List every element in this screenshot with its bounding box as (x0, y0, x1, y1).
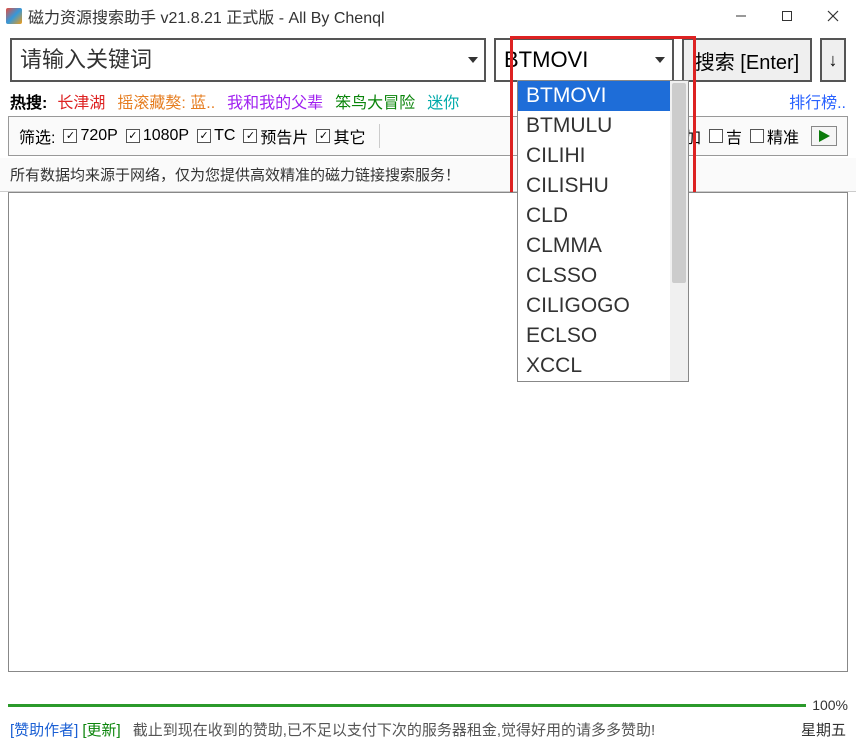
chevron-down-icon (652, 52, 668, 68)
dropdown-item[interactable]: CLSSO (518, 261, 688, 291)
dropdown-item[interactable]: CLD (518, 201, 688, 231)
info-text: 所有数据均来源于网络，仅为您提供高效精准的磁力链接搜索服务！ (0, 158, 856, 192)
source-select[interactable]: BTMOVI (494, 38, 674, 82)
checkbox-其它[interactable]: ✓其它 (316, 124, 365, 148)
dropdown-item[interactable]: CILIGOGO (518, 291, 688, 321)
play-button[interactable] (811, 126, 837, 146)
update-link[interactable]: [更新] (82, 719, 120, 740)
checkbox-720P[interactable]: ✓720P (63, 127, 117, 145)
checkbox-icon: ✓ (243, 129, 257, 143)
checkbox-icon: ✓ (197, 129, 211, 143)
close-button[interactable] (810, 0, 856, 32)
progress-bar (8, 704, 806, 707)
separator (379, 124, 380, 148)
checkbox-预告片[interactable]: ✓预告片 (243, 124, 308, 148)
window-title: 磁力资源搜索助手 v21.8.21 正式版 - All By Chenql (28, 4, 385, 28)
progress-percent: 100% (812, 697, 848, 713)
checkbox-label: 精准 (767, 124, 799, 148)
search-input[interactable] (10, 38, 486, 82)
checkbox-label: 其它 (333, 124, 365, 148)
checkbox-icon (750, 129, 764, 143)
scrollbar-thumb[interactable] (672, 83, 686, 283)
hot-item[interactable]: 摇滚藏獒: 蓝.. (117, 89, 215, 113)
maximize-button[interactable] (764, 0, 810, 32)
checkbox-icon: ✓ (316, 129, 330, 143)
dropdown-item[interactable]: ECLSO (518, 321, 688, 351)
search-button[interactable]: 搜索 [Enter] (682, 38, 812, 82)
dropdown-scrollbar[interactable] (670, 81, 688, 381)
checkbox-icon: ✓ (63, 129, 77, 143)
app-icon (6, 8, 22, 24)
hot-label: 热搜: (10, 89, 47, 113)
results-area (8, 192, 848, 672)
checkbox-icon: ✓ (126, 129, 140, 143)
checkbox-1080P[interactable]: ✓1080P (126, 127, 189, 145)
checkbox-吉[interactable]: 吉 (709, 124, 742, 148)
hot-item[interactable]: 笨鸟大冒险 (335, 89, 415, 113)
filter-label: 筛选: (19, 124, 55, 148)
sort-button[interactable]: ↓ (820, 38, 846, 82)
checkbox-icon (709, 129, 723, 143)
dropdown-item[interactable]: CILISHU (518, 171, 688, 201)
dropdown-item[interactable]: CLMMA (518, 231, 688, 261)
checkbox-label: 吉 (726, 124, 742, 148)
hot-item[interactable]: 长津湖 (57, 89, 105, 113)
checkbox-TC[interactable]: ✓TC (197, 127, 235, 145)
hot-item[interactable]: 我和我的父辈 (227, 89, 323, 113)
rank-link[interactable]: 排行榜.. (789, 89, 846, 113)
checkbox-精准[interactable]: 精准 (750, 124, 799, 148)
dropdown-item[interactable]: XCCL (518, 351, 688, 381)
checkbox-label: 720P (80, 127, 117, 145)
checkbox-label: TC (214, 127, 235, 145)
checkbox-label: 预告片 (260, 124, 308, 148)
sponsor-link[interactable]: [赞助作者] (10, 719, 78, 740)
status-day: 星期五 (801, 719, 846, 740)
dropdown-item[interactable]: BTMOVI (518, 81, 688, 111)
status-message: 截止到现在收到的赞助,已不足以支付下次的服务器租金,觉得好用的请多多赞助! (133, 719, 797, 740)
source-selected-label: BTMOVI (504, 47, 588, 73)
dropdown-item[interactable]: BTMULU (518, 111, 688, 141)
source-dropdown-list: BTMOVIBTMULUCILIHICILISHUCLDCLMMACLSSOCI… (517, 80, 689, 382)
minimize-button[interactable] (718, 0, 764, 32)
search-history-dropdown[interactable] (466, 53, 480, 67)
dropdown-item[interactable]: CILIHI (518, 141, 688, 171)
hot-item[interactable]: 迷你 (427, 89, 459, 113)
checkbox-label: 1080P (143, 127, 189, 145)
